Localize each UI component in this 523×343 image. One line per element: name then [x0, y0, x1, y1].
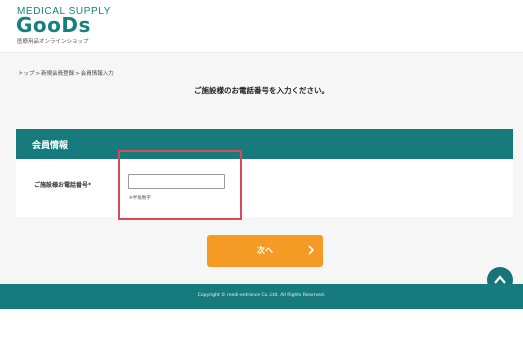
copyright-text: Copyright © medi-entrance Co.,Ltd. All R… [197, 293, 326, 298]
breadcrumb-item-top[interactable]: トップ [18, 71, 35, 77]
site-footer: Copyright © medi-entrance Co.,Ltd. All R… [0, 284, 523, 309]
panel-header: 会員情報 [16, 129, 513, 159]
highlight-box [118, 150, 242, 220]
breadcrumb-item-current: 会員情報入力 [80, 71, 114, 77]
member-info-panel: 会員情報 [16, 129, 513, 217]
next-button-label: 次へ [257, 246, 273, 255]
chevron-right-icon [308, 245, 315, 255]
next-button[interactable]: 次へ [207, 235, 323, 267]
breadcrumb-separator: > [75, 71, 80, 77]
logo-subtitle: 医療用品オンラインショップ [17, 39, 89, 45]
panel-title: 会員情報 [32, 141, 69, 151]
site-logo[interactable]: GooDs [16, 13, 91, 37]
page-title: ご施設様のお電話番号を入力ください。 [194, 86, 329, 95]
breadcrumb-separator: > [35, 71, 41, 77]
phone-field-label: ご施設様お電話番号* [34, 182, 92, 189]
breadcrumb-item-registration[interactable]: 新規会員登録 [41, 71, 74, 77]
site-header: MEDICAL SUPPLY GooDs 医療用品オンラインショップ [0, 0, 523, 53]
breadcrumb: トップ>新規会員登録>会員情報入力 [18, 69, 115, 77]
